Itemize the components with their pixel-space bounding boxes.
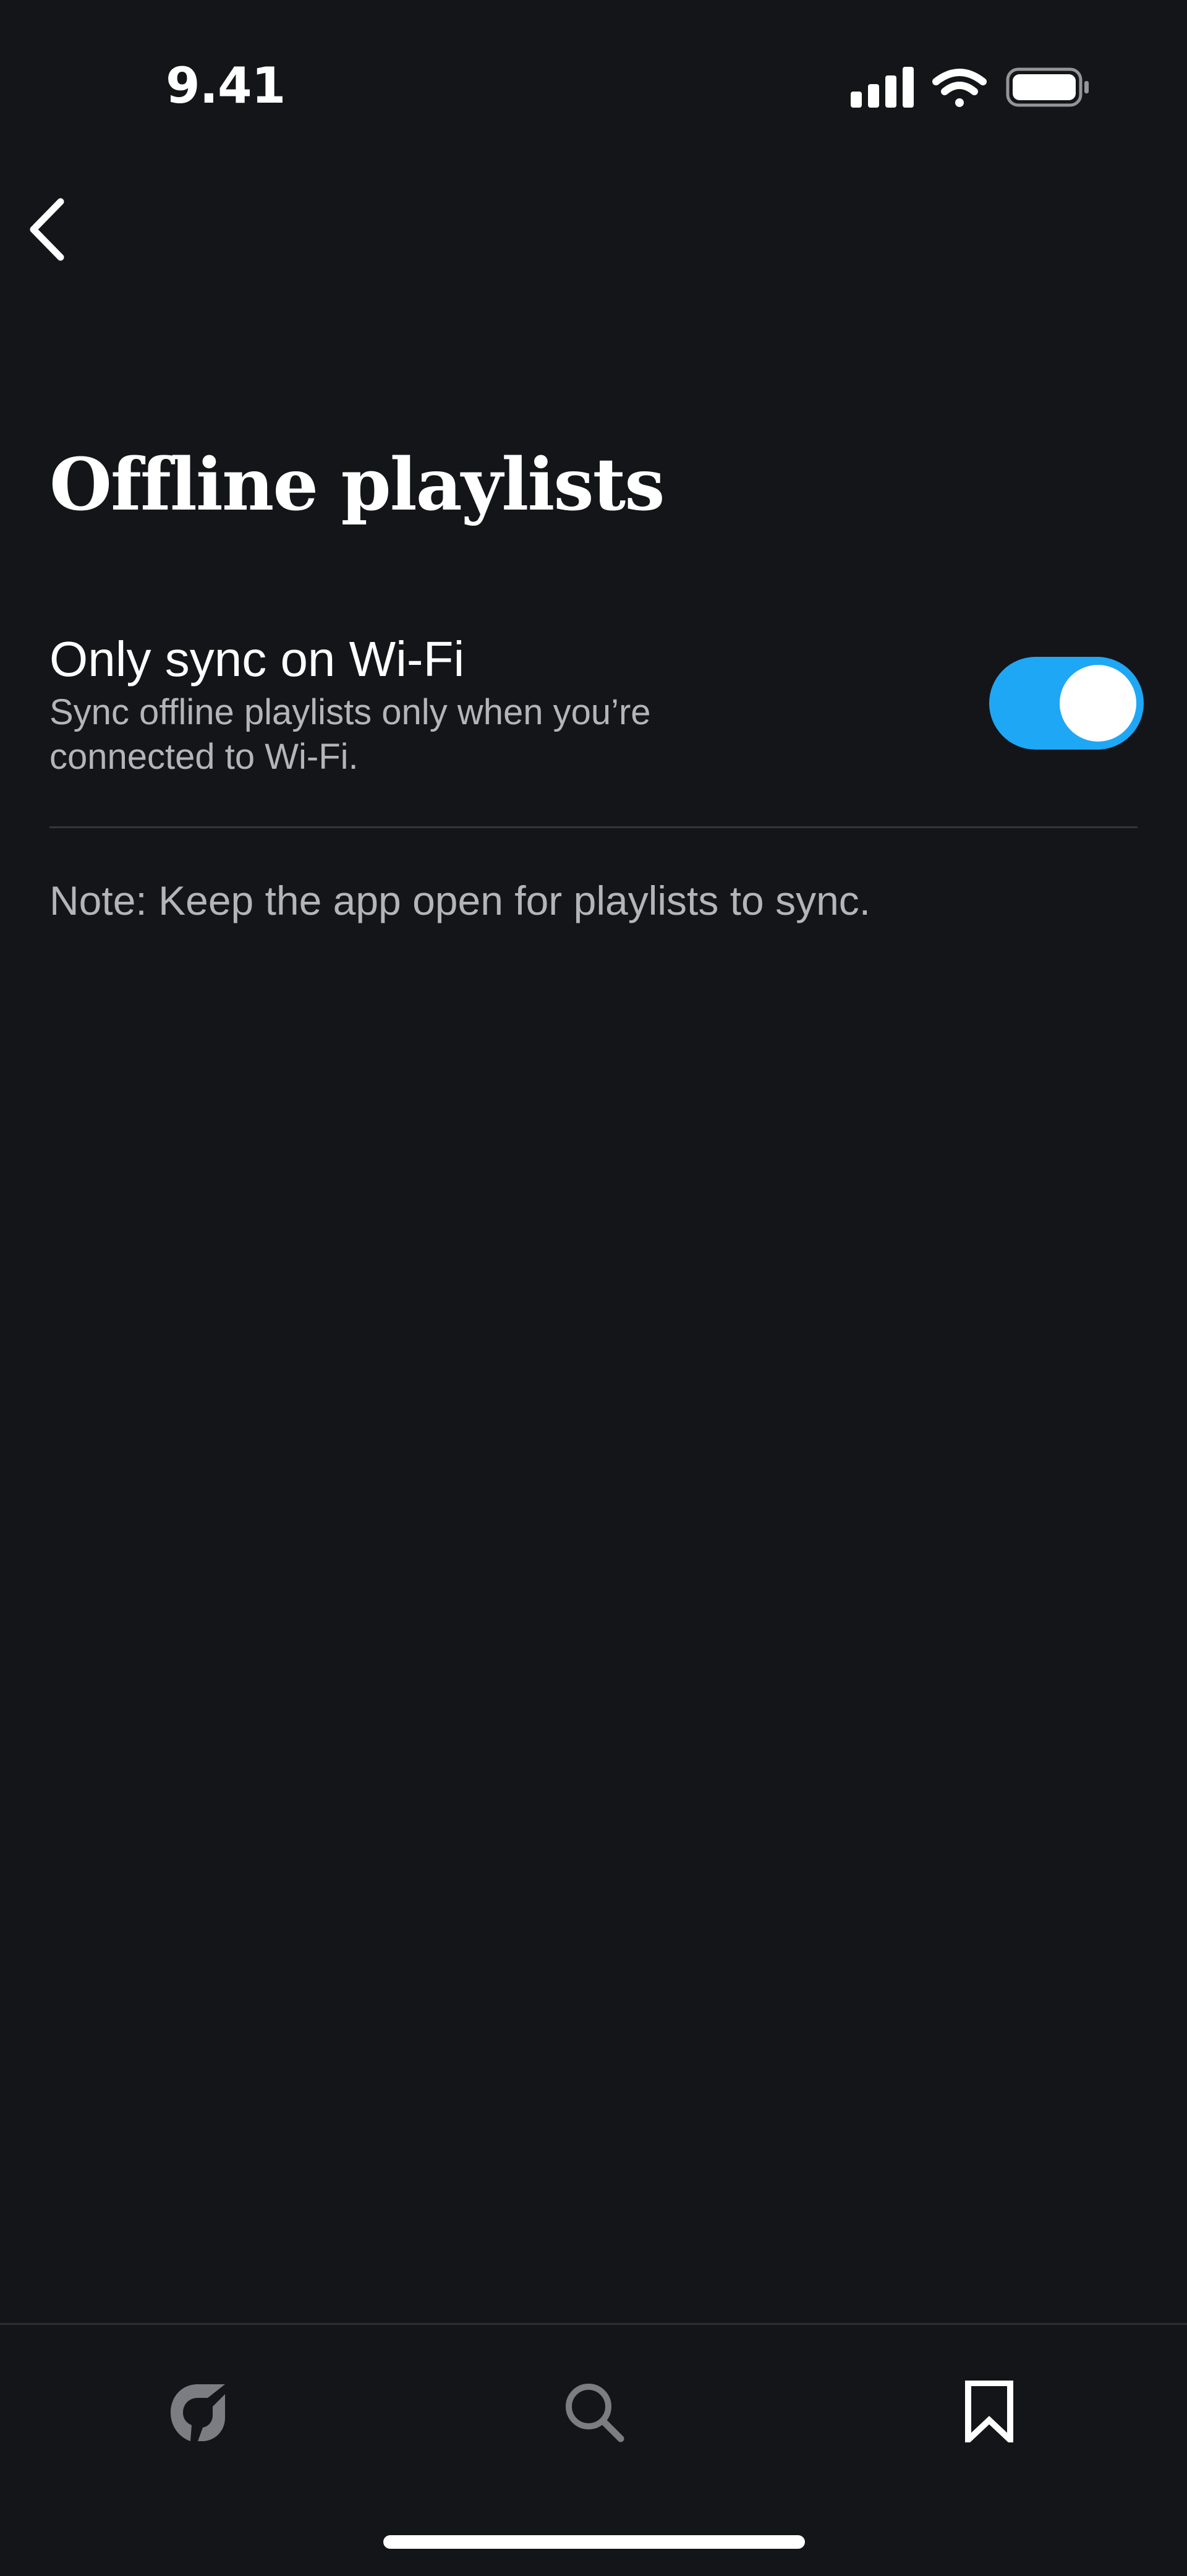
page-title: Offline playlists <box>49 443 665 527</box>
tab-bar <box>0 2323 1187 2576</box>
wifi-sync-setting-row[interactable]: Only sync on Wi-Fi Sync offline playlist… <box>49 625 1144 828</box>
tab-saved[interactable] <box>927 2350 1051 2473</box>
wifi-sync-toggle[interactable] <box>989 657 1144 750</box>
status-time: 9.41 <box>166 57 286 114</box>
battery-icon <box>1006 67 1089 107</box>
wifi-sync-description: Sync offline playlists only when you’re … <box>49 692 651 777</box>
tab-search[interactable] <box>532 2350 655 2473</box>
wifi-sync-title: Only sync on Wi-Fi <box>49 631 465 687</box>
home-indicator <box>383 2535 805 2549</box>
status-icons <box>851 67 1089 108</box>
chevron-left-icon <box>30 198 64 261</box>
sync-note: Note: Keep the app open for playlists to… <box>49 878 871 923</box>
cellular-signal-icon <box>851 67 914 108</box>
wifi-icon <box>932 69 987 107</box>
home-logo-icon <box>171 2384 225 2441</box>
status-bar: 9.41 <box>0 0 1187 142</box>
toggle-knob <box>1060 665 1136 742</box>
back-button[interactable] <box>22 195 72 263</box>
search-icon <box>566 2384 624 2442</box>
bookmark-icon <box>965 2381 1013 2442</box>
tab-home[interactable] <box>136 2350 260 2473</box>
